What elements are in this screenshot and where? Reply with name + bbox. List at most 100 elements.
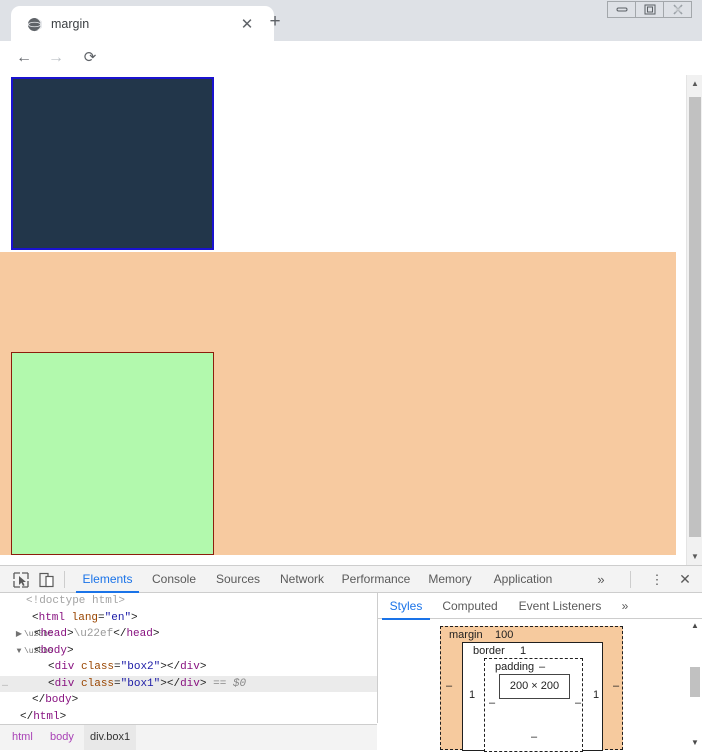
title-bar: margin ✕ + [0, 0, 702, 41]
box-model-border[interactable]: border 1 1 1 1 padding – – – – 200 × 200 [462, 642, 603, 752]
attr-value: "box1" [120, 677, 161, 690]
margin-top-value[interactable]: 100 [495, 629, 513, 641]
close-icon[interactable]: ✕ [239, 17, 255, 33]
chevron-down-icon[interactable]: ▼ [14, 644, 24, 661]
attr-name: lang [71, 611, 99, 624]
scroll-down-icon[interactable]: ▼ [688, 736, 702, 750]
breadcrumb-item-div-box1[interactable]: div.box1 [84, 725, 137, 750]
chevron-right-icon[interactable]: ▶ [14, 627, 24, 644]
box-model-content-size[interactable]: 200 × 200 [499, 674, 570, 699]
chevron-right-icon[interactable]: \u25b6 [24, 644, 53, 661]
scrollbar-thumb[interactable] [689, 97, 701, 537]
tab-application[interactable]: Application [485, 566, 561, 593]
page-background [0, 75, 686, 565]
navigation-bar: ← → ⟳ i 文件 D:/abcd/margin.html A \u6587 … [0, 41, 702, 113]
tab-sources[interactable]: Sources [209, 566, 267, 593]
attr-value: "box2" [120, 661, 161, 673]
padding-top-value[interactable]: – [539, 661, 545, 673]
more-tabs-icon[interactable]: » [592, 571, 610, 589]
tab-computed[interactable]: Computed [434, 593, 506, 619]
dom-line-html-close[interactable]: </html> [0, 709, 377, 724]
styles-tablist: Styles Computed Event Listeners » [378, 593, 702, 620]
device-toolbar-icon[interactable] [38, 571, 58, 589]
scroll-up-icon[interactable]: ▲ [687, 75, 702, 92]
dom-line-html-open[interactable]: <html lang="en"> [0, 610, 377, 627]
attr-value: "en" [104, 611, 132, 624]
devtools-close-icon[interactable]: ✕ [676, 571, 694, 589]
reload-icon[interactable]: ⟳ [78, 47, 102, 69]
styles-scrollbar[interactable]: ▲ ▼ [688, 619, 702, 750]
border-right-value[interactable]: 1 [593, 689, 599, 701]
divider [630, 571, 631, 588]
page-box2[interactable] [11, 77, 214, 250]
doctype-text: <!doctype html> [26, 595, 126, 607]
dom-tree-panel[interactable]: <!doctype html> <html lang="en"> ▶ \u25bc… [0, 593, 377, 723]
forward-icon[interactable]: → [44, 47, 68, 69]
back-icon[interactable]: ← [12, 47, 36, 69]
breadcrumb-item-html[interactable]: html [6, 725, 39, 750]
row-overflow-icon[interactable]: … [2, 677, 9, 694]
inspect-element-icon[interactable] [12, 571, 32, 589]
minimize-button[interactable] [607, 1, 636, 18]
dom-line-doctype[interactable]: <!doctype html> [0, 593, 377, 610]
devtools-panel: Elements Console Sources Network Perform… [0, 565, 702, 752]
tag-name-close: body [45, 694, 72, 706]
box-model-padding[interactable]: padding – – – – 200 × 200 [484, 658, 583, 752]
selected-node-marker: == $0 [213, 677, 247, 690]
padding-right-value[interactable]: – [575, 697, 581, 709]
breadcrumb: html body div.box1 [0, 724, 377, 750]
tag-name-close: html [33, 710, 60, 723]
tag-name-close: div [180, 661, 200, 673]
border-label: border [473, 645, 505, 657]
attr-name: class [81, 661, 115, 673]
margin-left-value[interactable]: – [446, 680, 452, 692]
browser-tab[interactable]: margin ✕ [11, 6, 274, 41]
tag-name-close: div [180, 677, 200, 690]
border-left-value[interactable]: 1 [469, 689, 475, 701]
tab-styles[interactable]: Styles [382, 593, 430, 620]
tab-console[interactable]: Console [145, 566, 203, 593]
tag-name: head [40, 628, 68, 640]
margin-right-value[interactable]: – [613, 680, 619, 692]
padding-label: padding [495, 661, 535, 673]
page-box1-selected[interactable] [11, 352, 214, 555]
tab-network[interactable]: Network [273, 566, 331, 593]
dom-line-body-close[interactable]: </body> [0, 692, 377, 709]
padding-bottom-value[interactable]: – [531, 731, 537, 743]
page-viewport: ▲ ▼ [0, 75, 702, 565]
border-top-value[interactable]: 1 [520, 645, 526, 657]
dom-line-body-open[interactable]: ▼ \u25b6<body> [0, 643, 377, 660]
close-button[interactable] [663, 1, 692, 18]
tab-performance[interactable]: Performance [337, 566, 415, 593]
tab-memory[interactable]: Memory [421, 566, 479, 593]
devtools-toolbar: Elements Console Sources Network Perform… [0, 566, 702, 593]
dom-line-box2[interactable]: <div class="box2"></div> [0, 659, 377, 676]
box-model-diagram: margin 100 – – – border 1 1 1 1 padding … [440, 626, 623, 752]
scroll-down-icon[interactable]: ▼ [687, 548, 702, 565]
tag-name-close: head [126, 628, 153, 640]
tag-name: html [38, 611, 66, 624]
tab-title: margin [51, 17, 90, 31]
tag-name: div [54, 661, 75, 673]
tag-name: div [54, 677, 75, 690]
box-model-margin[interactable]: margin 100 – – – border 1 1 1 1 padding … [440, 626, 623, 752]
tab-elements[interactable]: Elements [76, 566, 139, 593]
devtools-menu-icon[interactable]: ⋮ [648, 571, 666, 589]
scrollbar-thumb[interactable] [690, 667, 700, 697]
tab-event-listeners[interactable]: Event Listeners [510, 593, 610, 619]
dom-line-box1-selected[interactable]: … <div class="box1"></div> == $0 [0, 675, 377, 694]
tag-name: body [40, 644, 68, 657]
new-tab-button[interactable]: + [262, 11, 288, 35]
styles-panel: Styles Computed Event Listeners » margin… [378, 593, 702, 752]
attr-name: class [81, 677, 115, 690]
maximize-button[interactable] [635, 1, 664, 18]
styles-more-tabs-icon[interactable]: » [614, 593, 636, 619]
margin-label: margin [449, 629, 483, 641]
padding-left-value[interactable]: – [489, 697, 495, 709]
scroll-up-icon[interactable]: ▲ [688, 619, 702, 633]
breadcrumb-item-body[interactable]: body [44, 725, 80, 750]
chevron-down-icon[interactable]: \u25bc [24, 627, 53, 644]
divider [64, 571, 65, 588]
page-scrollbar[interactable]: ▲ ▼ [686, 75, 702, 565]
dom-line-head[interactable]: ▶ \u25bc<head>\u22ef</head> [0, 626, 377, 643]
